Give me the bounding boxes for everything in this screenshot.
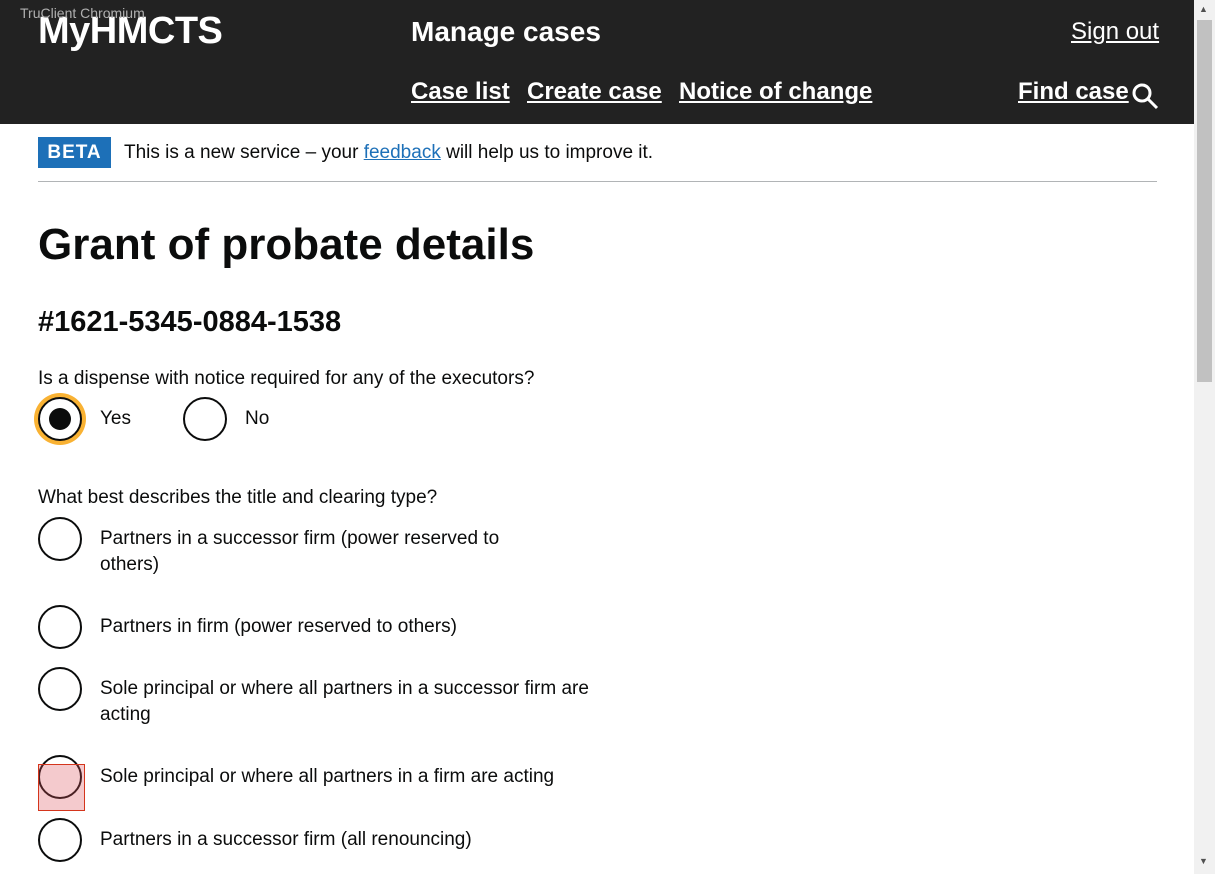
target-highlight-box: [38, 764, 85, 811]
service-name: Manage cases: [411, 16, 601, 47]
nav-create-case[interactable]: Create case: [527, 78, 662, 106]
nav-case-list[interactable]: Case list: [411, 78, 510, 106]
clearing-option-2-label[interactable]: Partners in firm (power reserved to othe…: [100, 614, 457, 640]
dispense-yes-radio[interactable]: [38, 397, 82, 441]
brand-logo[interactable]: MyHMCTS: [38, 10, 223, 53]
page-title: Grant of probate details: [38, 220, 535, 269]
clearing-option-3-label[interactable]: Sole principal or where all partners in …: [100, 676, 590, 728]
search-icon[interactable]: [1131, 82, 1159, 110]
dispense-yes-label[interactable]: Yes: [100, 406, 131, 432]
feedback-link[interactable]: feedback: [364, 142, 441, 163]
beta-tag: BETA: [38, 137, 111, 168]
nav-notice-of-change[interactable]: Notice of change: [679, 78, 872, 106]
clearing-option-3-radio[interactable]: [38, 667, 82, 711]
clearing-option-4-label[interactable]: Sole principal or where all partners in …: [100, 764, 554, 790]
dispense-notice-question: Is a dispense with notice required for a…: [38, 368, 535, 389]
scroll-up-arrow-icon[interactable]: ▲: [1199, 4, 1208, 14]
title-clearing-question: What best describes the title and cleari…: [38, 487, 438, 508]
clearing-option-1-radio[interactable]: [38, 517, 82, 561]
scroll-down-arrow-icon[interactable]: ▼: [1199, 856, 1208, 866]
vertical-scrollbar[interactable]: ▲ ▼: [1194, 0, 1215, 874]
phase-banner: BETA This is a new service – your feedba…: [38, 137, 1157, 182]
scroll-thumb[interactable]: [1197, 20, 1212, 382]
dispense-no-label[interactable]: No: [245, 406, 269, 432]
case-reference: #1621-5345-0884-1538: [38, 306, 342, 338]
sign-out-link[interactable]: Sign out: [1071, 18, 1159, 46]
site-header: MyHMCTS Manage cases Sign out Case list …: [0, 0, 1194, 124]
clearing-option-2-radio[interactable]: [38, 605, 82, 649]
clearing-option-5-radio[interactable]: [38, 818, 82, 862]
nav-find-case[interactable]: Find case: [1018, 78, 1129, 106]
clearing-option-5-label[interactable]: Partners in a successor firm (all renoun…: [100, 827, 472, 853]
clearing-option-1-label[interactable]: Partners in a successor firm (power rese…: [100, 526, 540, 578]
beta-message: This is a new service – your feedback wi…: [124, 142, 654, 163]
dispense-no-radio[interactable]: [183, 397, 227, 441]
